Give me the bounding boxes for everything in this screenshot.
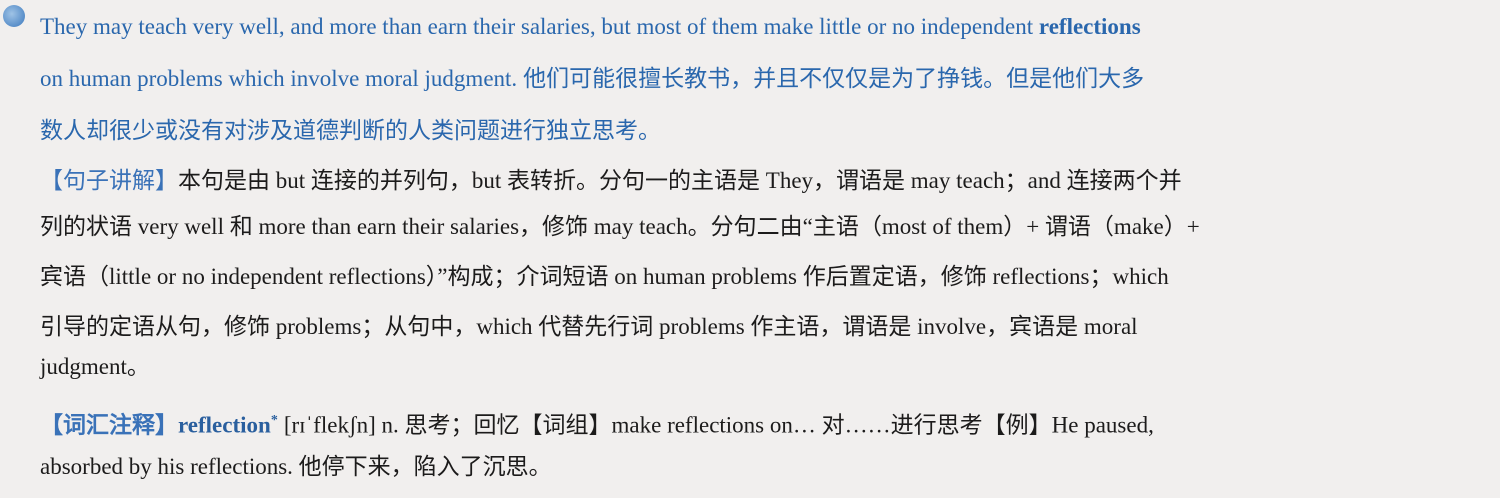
analysis-line-2: 列的状语 very well 和 more than earn their sa…: [40, 212, 1200, 242]
analysis-text-2: 列的状语 very well 和 more than earn their sa…: [40, 214, 1200, 239]
sentence-keyword: reflections: [1038, 14, 1141, 39]
analysis-line-5: judgment。: [40, 352, 150, 382]
vocab-line-1: 【词汇注释】reflection* [rɪˈflekʃn] n. 思考；回忆【词组…: [40, 406, 1154, 441]
vocab-line-2: absorbed by his reflections. 他停下来，陷入了沉思。: [40, 452, 552, 482]
vocab-example: absorbed by his reflections. 他停下来，陷入了沉思。: [40, 454, 552, 479]
analysis-line-3: 宾语（little or no independent reflections）…: [40, 262, 1169, 292]
sentence-zh-line-2: 数人却很少或没有对涉及道德判断的人类问题进行独立思考。: [40, 116, 661, 146]
vocab-star: *: [270, 413, 278, 428]
sentence-en-part-2: on human problems which involve moral ju…: [40, 66, 518, 91]
analysis-line-4: 引导的定语从句，修饰 problems；从句中，which 代替先行词 prob…: [40, 312, 1138, 342]
vocab-label: 【词汇注释】: [40, 412, 178, 438]
analysis-text-1: 本句是由 but 连接的并列句，but 表转折。分句一的主语是 They，谓语是…: [178, 168, 1182, 193]
page: They may teach very well, and more than …: [0, 0, 1500, 498]
bullet-icon: [3, 5, 25, 27]
sentence-en-part-1: They may teach very well, and more than …: [40, 14, 1039, 39]
analysis-text-3: 宾语（little or no independent reflections）…: [40, 264, 1169, 289]
vocab-definition: [rɪˈflekʃn] n. 思考；回忆【词组】make reflections…: [283, 412, 1154, 438]
vocab-headword: reflection: [178, 412, 271, 438]
analysis-text-5: judgment。: [40, 354, 150, 379]
sentence-en-line-1: They may teach very well, and more than …: [40, 12, 1141, 42]
analysis-text-4: 引导的定语从句，修饰 problems；从句中，which 代替先行词 prob…: [40, 314, 1138, 339]
sentence-zh-part-1: 他们可能很擅长教书，并且不仅仅是为了挣钱。但是他们大多: [523, 66, 1145, 91]
sentence-zh-part-2: 数人却很少或没有对涉及道德判断的人类问题进行独立思考。: [40, 118, 661, 143]
sentence-en-line-2: on human problems which involve moral ju…: [40, 64, 1144, 94]
analysis-label: 【句子讲解】: [40, 168, 178, 193]
analysis-line-1: 【句子讲解】本句是由 but 连接的并列句，but 表转折。分句一的主语是 Th…: [40, 166, 1182, 196]
